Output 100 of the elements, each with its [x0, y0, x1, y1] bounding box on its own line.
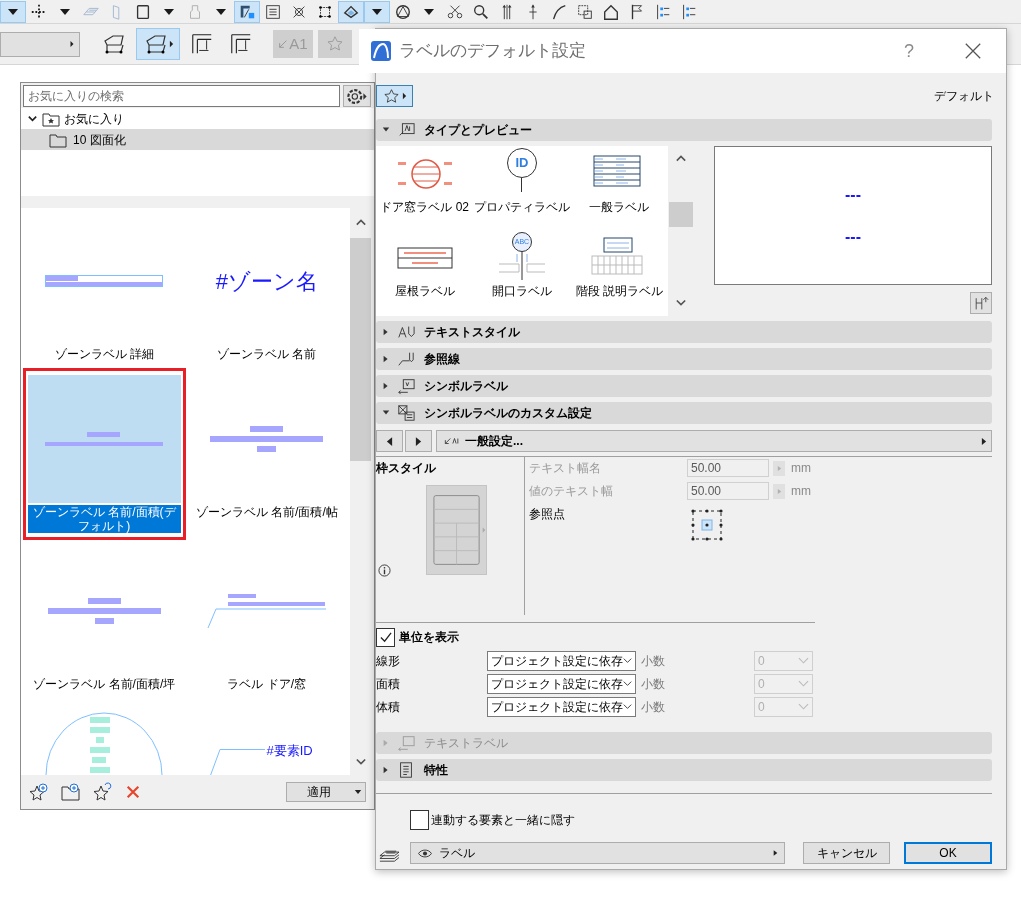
section-header[interactable]: タイプとプレビュー — [376, 119, 992, 141]
label-type-item[interactable]: ID プロパティラベル — [473, 148, 571, 232]
tree-item[interactable]: 10 図面化 — [21, 129, 374, 150]
field-label: 小数 — [641, 675, 666, 693]
disclosure-icon[interactable] — [382, 328, 390, 336]
chevron-icon[interactable] — [27, 113, 38, 124]
section-header[interactable]: シンボルラベルのカスタム設定 — [376, 402, 992, 424]
label-type-item[interactable]: 屋根ラベル — [376, 232, 474, 316]
caret-icon — [8, 8, 18, 15]
dimension-icon — [190, 32, 214, 56]
favorite-item[interactable]: ゾーンラベル 名前/面積/坪 — [23, 540, 186, 698]
info-icon[interactable] — [378, 564, 391, 577]
previous-button[interactable] — [376, 430, 403, 452]
checkbox[interactable] — [376, 627, 395, 647]
scrollbar-thumb[interactable] — [350, 238, 371, 461]
favorite-item[interactable]: ゾーンラベル 詳細 — [23, 210, 186, 368]
chevron-icon — [623, 657, 632, 664]
disclosure-icon[interactable] — [382, 382, 390, 390]
disclosure-icon[interactable] — [382, 126, 390, 134]
search-field[interactable]: お気に入りの検索 — [23, 85, 340, 107]
disclosure-icon[interactable] — [382, 355, 390, 363]
refresh-favorite-icon[interactable] — [93, 781, 113, 802]
disclosure-icon[interactable] — [382, 409, 390, 417]
section-icon — [396, 377, 416, 395]
section-header[interactable]: テキストスタイル — [376, 321, 992, 343]
favorite-item[interactable]: #要素ID — [185, 698, 348, 775]
section-header[interactable]: 参照線 — [376, 348, 992, 370]
caret-icon[interactable] — [354, 788, 362, 795]
scroll-down-icon[interactable] — [675, 298, 687, 308]
chevron-icon — [798, 703, 809, 710]
delete-icon[interactable] — [125, 783, 141, 800]
favorite-item[interactable]: ゾーンラベル 名前/面積/帖 — [185, 368, 348, 540]
caret-icon — [981, 436, 987, 446]
gear-icon — [346, 88, 368, 104]
close-icon[interactable] — [964, 42, 982, 60]
section-header[interactable]: 特性 — [376, 759, 992, 781]
field-label: 体積 — [376, 698, 401, 716]
toolbar-button[interactable] — [0, 0, 26, 23]
layer-dropdown[interactable]: ラベル — [410, 842, 785, 864]
favorites-button[interactable] — [376, 85, 413, 107]
next-icon — [415, 435, 422, 447]
toolbar-button[interactable] — [364, 0, 390, 23]
section-icon — [396, 323, 416, 341]
magnify-icon — [472, 2, 490, 21]
toolbar-button[interactable] — [136, 28, 180, 60]
dropdown[interactable]: プロジェクト設定に依存 — [487, 650, 636, 671]
tree-item[interactable]: お気に入り — [21, 108, 374, 129]
label-type-item[interactable]: 一般ラベル — [570, 148, 668, 232]
new-folder-icon[interactable] — [61, 781, 81, 802]
toolbar-button[interactable] — [338, 0, 364, 23]
caret-icon — [776, 487, 782, 495]
curve-icon — [550, 2, 568, 21]
settings-button[interactable] — [343, 85, 371, 107]
scrollbar-thumb[interactable] — [669, 202, 693, 227]
scroll-down-icon[interactable] — [354, 757, 367, 767]
page-icon — [134, 2, 152, 21]
apply-button[interactable]: 適用 — [286, 781, 366, 802]
preset-name: デフォルト — [934, 88, 994, 105]
label-type-item[interactable]: 階段 説明ラベル — [570, 232, 668, 316]
list-icon — [680, 2, 698, 21]
page-dropdown[interactable]: 一般設定... — [436, 430, 992, 452]
scroll-up-icon[interactable] — [354, 218, 367, 228]
next-button[interactable] — [405, 430, 432, 452]
item-label: ゾーンラベル 名前/面積/坪 — [32, 677, 177, 691]
favorite-item[interactable]: ラベル ドア/窓 — [185, 540, 348, 698]
label-type-item[interactable]: ドア窓ラベル 02 — [376, 148, 474, 232]
chevron-icon — [623, 703, 632, 710]
dropdown[interactable]: プロジェクト設定に依存 — [487, 696, 636, 717]
preview-option-button[interactable] — [970, 292, 992, 314]
previous-icon — [386, 435, 393, 447]
help-button[interactable]: ? — [904, 37, 914, 65]
field-label: 小数 — [641, 652, 666, 670]
field-label: 値のテキスト幅 — [529, 483, 614, 500]
caret-icon — [60, 8, 70, 15]
tree-label: お気に入り — [64, 110, 124, 128]
unit-label: mm — [791, 483, 811, 500]
item-label: ゾーンラベル 名前/面積(デフォルト) — [28, 505, 181, 533]
section-icon — [396, 350, 416, 368]
eye-icon — [417, 847, 433, 859]
ok-button[interactable]: OK — [904, 842, 992, 864]
label-preview-text: #要素ID — [266, 742, 313, 760]
disclosure-icon[interactable] — [382, 766, 390, 774]
dropdown[interactable]: プロジェクト設定に依存 — [487, 673, 636, 694]
favorite-item[interactable]: #ゾーン名 ゾーンラベル 名前 — [185, 210, 348, 368]
dropdown-field[interactable] — [0, 31, 80, 57]
item-label: ゾーンラベル 名前/面積/帖 — [194, 505, 339, 519]
favorite-item[interactable]: ゾーンラベル 名前/面積(デフォルト) — [23, 368, 186, 540]
section-header[interactable]: シンボルラベル — [376, 375, 992, 397]
field-label: 面積 — [376, 675, 401, 693]
add-favorite-icon[interactable] — [29, 781, 49, 802]
chevron-icon — [798, 657, 809, 664]
section-label: 枠スタイル — [376, 460, 436, 477]
scroll-up-icon[interactable] — [675, 154, 687, 164]
label-icon — [443, 436, 461, 446]
checkbox[interactable] — [410, 810, 429, 830]
cancel-button[interactable]: キャンセル — [803, 842, 890, 864]
reference-point-picker[interactable] — [691, 509, 723, 541]
toolbar-button[interactable] — [234, 0, 260, 23]
label-preview-text: #ゾーン名 — [215, 267, 318, 296]
section-icon — [396, 404, 416, 422]
